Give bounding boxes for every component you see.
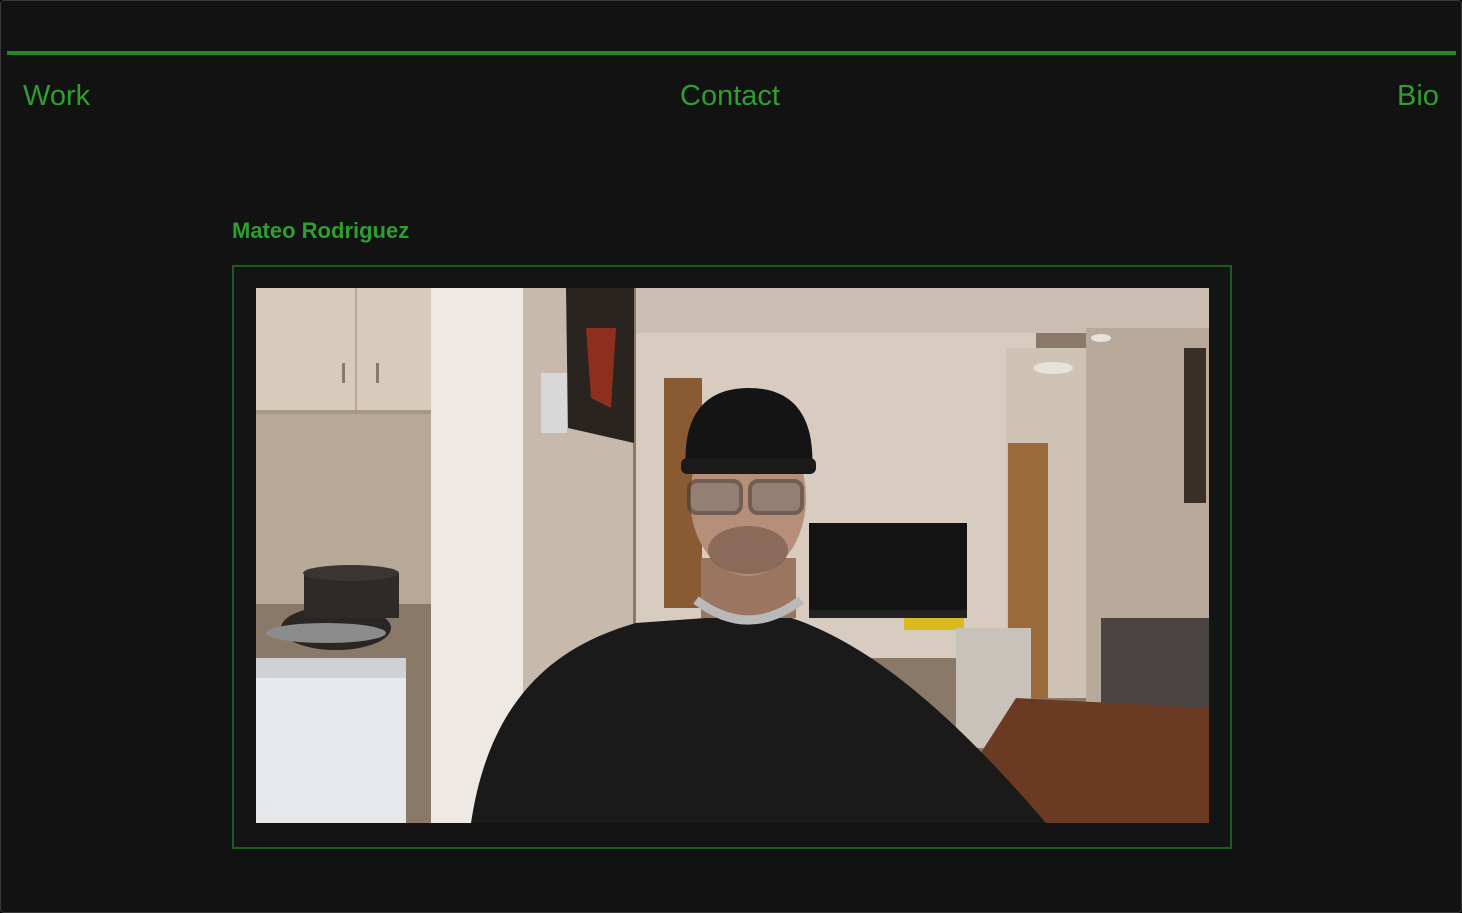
nav-link-contact[interactable]: Contact [680, 79, 780, 113]
webcam-video[interactable]: ez [256, 288, 1209, 823]
profile-name: Mateo Rodriguez [232, 218, 410, 243]
webcam-scene [256, 288, 1209, 823]
nav-link-bio[interactable]: Bio [1397, 79, 1439, 113]
nav-link-work[interactable]: Work [23, 79, 90, 113]
video-frame: ez [232, 265, 1232, 849]
page: Work Contact Bio Mateo Rodriguez ez [0, 0, 1462, 913]
header-divider [7, 51, 1456, 55]
participant-name-tag: ez [256, 802, 267, 813]
